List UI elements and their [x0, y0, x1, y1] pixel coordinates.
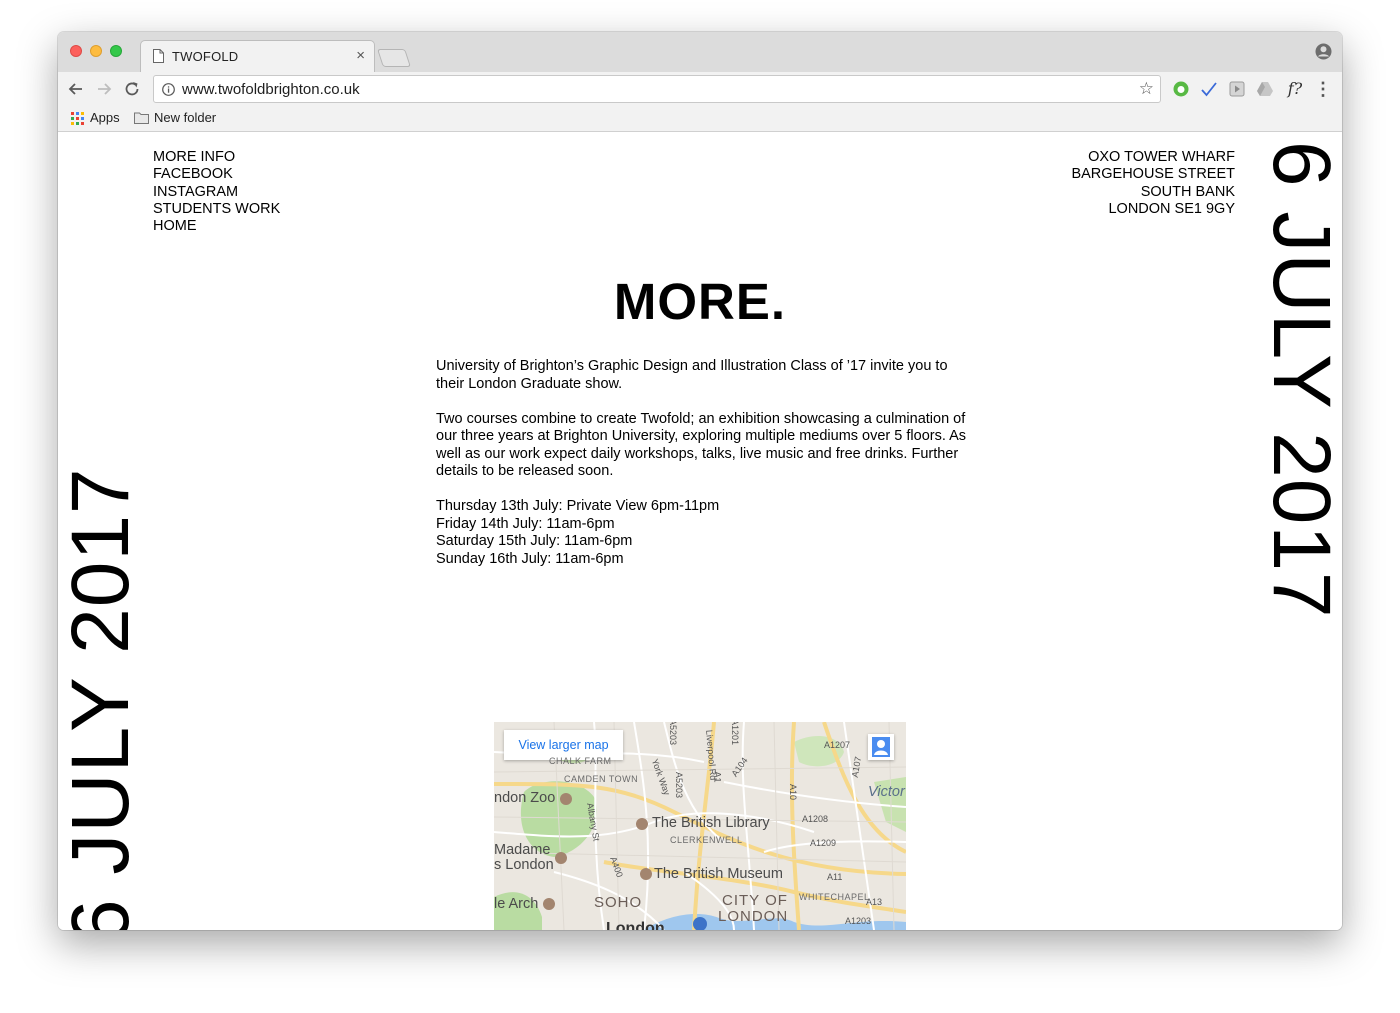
schedule-item: Thursday 13th July: Private View 6pm-11p… [436, 498, 720, 514]
map-label: CHALK FARM [549, 756, 612, 766]
schedule-item: Saturday 15th July: 11am-6pm [436, 533, 633, 549]
bookmark-apps[interactable]: Apps [90, 110, 120, 125]
new-tab-button[interactable] [377, 49, 411, 67]
tab-title: TWOFOLD [172, 49, 239, 64]
page-title: MORE. [613, 273, 787, 330]
vertical-date-right: 6 JULY 2017 [1256, 141, 1342, 619]
info-icon[interactable] [162, 83, 175, 96]
venue-address: OXO TOWER WHARF BARGEHOUSE STREET SOUTH … [1071, 149, 1235, 219]
page-content: MORE INFO FACEBOOK INSTAGRAM STUDENTS WO… [58, 133, 1342, 930]
map-label: le Arch [494, 896, 539, 912]
bookmarks-bar: Apps New folder [58, 106, 1342, 132]
road-label: A11 [827, 872, 843, 882]
drive-extension-icon[interactable] [1254, 78, 1276, 100]
nav-facebook[interactable]: FACEBOOK [153, 166, 280, 183]
tab-strip: TWOFOLD × [58, 32, 1342, 72]
checkmark-extension-icon[interactable] [1198, 78, 1220, 100]
map-label: Victor [868, 784, 905, 800]
document-icon [153, 49, 164, 63]
font-extension-icon[interactable]: f? [1284, 78, 1306, 100]
bookmark-star-icon[interactable]: ☆ [1139, 79, 1154, 99]
map-label: s London [494, 857, 554, 873]
apps-grid-icon [71, 112, 84, 125]
schedule-item: Friday 14th July: 11am-6pm [436, 515, 615, 532]
road-label: A5203 [668, 722, 679, 746]
road-label: A13 [866, 897, 883, 907]
nav-home[interactable]: HOME [153, 218, 280, 235]
menu-kebab-icon[interactable]: ⋮ [1312, 78, 1334, 100]
pegman-icon[interactable] [868, 734, 894, 760]
reload-icon[interactable] [122, 79, 142, 99]
browser-tab[interactable]: TWOFOLD × [140, 40, 375, 72]
road-label: A1203 [845, 916, 872, 926]
road-label: A1207 [824, 740, 851, 750]
address-line: LONDON SE1 9GY [1108, 201, 1235, 218]
address-line: OXO TOWER WHARF [1088, 149, 1235, 165]
browser-window: TWOFOLD × www.twofoldbrighton.co.uk ☆ f?… [58, 32, 1342, 930]
embedded-map[interactable]: View larger map CHALK FARM CAMDEN TOWN n… [494, 722, 906, 930]
nav-more-info[interactable]: MORE INFO [153, 149, 280, 166]
map-label: LONDON [718, 908, 789, 925]
address-line: BARGEHOUSE STREET [1071, 166, 1235, 183]
map-label: Madame [494, 842, 551, 858]
evernote-extension-icon[interactable] [1170, 78, 1192, 100]
address-line: SOUTH BANK [1140, 183, 1235, 200]
address-bar[interactable]: www.twofoldbrighton.co.uk ☆ [153, 75, 1161, 103]
map-label: CITY OF [722, 892, 788, 909]
schedule-list: Thursday 13th July: Private View 6pm-11p… [436, 498, 971, 568]
road-label: A10 [788, 783, 799, 801]
map-label: SOHO [594, 894, 643, 911]
folder-icon [134, 112, 149, 124]
road-label: A1208 [802, 814, 829, 824]
map-label: ndon Zoo [494, 790, 556, 806]
back-icon[interactable] [66, 79, 86, 99]
map-label: CLERKENWELL [670, 835, 743, 845]
map-label: London [606, 920, 665, 930]
zoom-window-button[interactable] [110, 45, 122, 57]
bookmark-new-folder[interactable]: New folder [154, 110, 216, 125]
close-window-button[interactable] [70, 45, 82, 57]
site-nav: MORE INFO FACEBOOK INSTAGRAM STUDENTS WO… [153, 149, 280, 235]
browser-toolbar: www.twofoldbrighton.co.uk ☆ f? ⋮ [58, 72, 1342, 106]
profile-icon[interactable] [1315, 43, 1332, 60]
map-label: WHITECHAPEL [799, 892, 870, 902]
event-info: University of Brighton’s Graphic Design … [436, 358, 971, 568]
map-label: The British Library [652, 815, 770, 831]
schedule-item: Sunday 16th July: 11am-6pm [436, 550, 624, 567]
intro-paragraph: University of Brighton’s Graphic Design … [436, 358, 948, 392]
vertical-date-left: 6 JULY 2017 [58, 467, 146, 930]
description-paragraph: Two courses combine to create Twofold; a… [436, 410, 967, 480]
road-label: A1201 [730, 722, 741, 746]
minimize-window-button[interactable] [90, 45, 102, 57]
forward-icon[interactable] [94, 79, 114, 99]
map-label: CAMDEN TOWN [564, 774, 639, 784]
nav-instagram[interactable]: INSTAGRAM [153, 184, 280, 201]
media-extension-icon[interactable] [1226, 78, 1248, 100]
road-label: A5203 [674, 771, 685, 799]
map-label: The British Museum [654, 866, 783, 882]
nav-students-work[interactable]: STUDENTS WORK [153, 201, 280, 218]
url-text: www.twofoldbrighton.co.uk [182, 81, 360, 98]
road-label: A1 [712, 771, 723, 783]
road-label: A1209 [810, 838, 837, 848]
tab-close-icon[interactable]: × [356, 47, 365, 64]
